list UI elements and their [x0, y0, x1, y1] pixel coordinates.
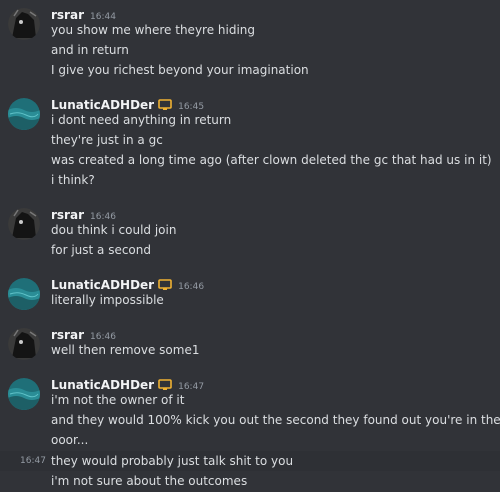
message-text: I give you richest beyond your imaginati… [51, 63, 309, 77]
message-line: and in return [0, 40, 500, 60]
message-line: i think? [0, 170, 500, 190]
message-text: and in return [51, 43, 129, 57]
message-line: I give you richest beyond your imaginati… [0, 60, 500, 80]
message-text: i'm not sure about the outcomes [51, 474, 248, 488]
message-text: dou think i could join [51, 223, 177, 237]
message-line: ooor... [0, 430, 500, 450]
message-line: for just a second [0, 240, 500, 260]
message-text: you show me where theyre hiding [51, 23, 256, 37]
message-line: you show me where theyre hiding [0, 20, 500, 40]
message-text: they're just in a gc [51, 133, 163, 147]
message-text: for just a second [51, 243, 151, 257]
message-text: well then remove some1 [51, 343, 200, 357]
message-text: literally impossible [51, 293, 164, 307]
message-text: i dont need anything in return [51, 113, 232, 127]
message-line: they're just in a gc [0, 130, 500, 150]
message-line: i'm not the owner of it [0, 390, 500, 410]
message-text: i'm not the owner of it [51, 393, 185, 407]
message-text: and they would 100% kick you out the sec… [51, 413, 500, 427]
message-line: i'm not sure about the outcomes [0, 471, 500, 491]
message-line: well then remove some1 [0, 340, 500, 360]
message-line: i dont need anything in return [0, 110, 500, 130]
hover-timestamp: 16:47 [20, 456, 46, 466]
message-line: dou think i could join [0, 220, 500, 240]
message-text: i think? [51, 173, 95, 187]
message-text: was created a long time ago (after clown… [51, 153, 492, 167]
message-text: they would probably just talk shit to yo… [51, 454, 294, 468]
message-line-hovered[interactable]: 16:47 they would probably just talk shit … [0, 451, 500, 471]
message-line: was created a long time ago (after clown… [0, 150, 500, 170]
message-line: and they would 100% kick you out the sec… [0, 410, 500, 430]
message-line: literally impossible [0, 290, 500, 310]
message-text: ooor... [51, 433, 89, 447]
